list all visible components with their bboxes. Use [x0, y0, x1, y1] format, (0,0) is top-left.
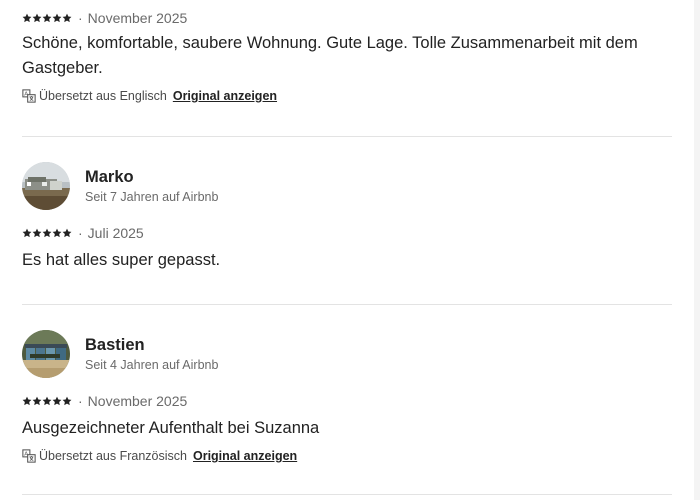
show-original-link[interactable]: Original anzeigen: [193, 449, 297, 463]
reviewer-name[interactable]: Bastien: [85, 334, 218, 356]
divider: [22, 136, 672, 137]
reviewer-name[interactable]: Marko: [85, 166, 218, 188]
star-icon: [52, 228, 62, 238]
reviewer-header: Bastien Seit 4 Jahren auf Airbnb: [22, 330, 218, 378]
show-original-link[interactable]: Original anzeigen: [173, 89, 277, 103]
star-icon: [32, 13, 42, 23]
review-date: November 2025: [87, 10, 188, 26]
meta-separator: ·: [78, 393, 83, 409]
review-meta: · Juli 2025: [22, 224, 672, 242]
review-item: · November 2025 Schöne, komfortable, sau…: [22, 9, 672, 103]
star-icon: [42, 228, 52, 238]
star-icon: [32, 396, 42, 406]
reviewer-header: Marko Seit 7 Jahren auf Airbnb: [22, 162, 218, 210]
rating-stars: [22, 396, 72, 406]
review-text: Schöne, komfortable, saubere Wohnung. Gu…: [22, 34, 638, 77]
review-text: Ausgezeichneter Aufenthalt bei Suzanna: [22, 419, 320, 437]
star-icon: [42, 13, 52, 23]
avatar[interactable]: [22, 162, 70, 210]
scrollbar[interactable]: [694, 0, 700, 500]
translate-icon: A: [22, 89, 36, 103]
star-icon: [22, 13, 32, 23]
meta-separator: ·: [78, 10, 83, 26]
review-meta: · November 2025: [22, 392, 672, 410]
review-date: Juli 2025: [87, 225, 144, 241]
star-icon: [52, 396, 62, 406]
review-meta: · November 2025: [22, 9, 672, 27]
review-date: November 2025: [87, 393, 188, 409]
translation-note: Übersetzt aus Englisch: [39, 89, 167, 103]
reviewer-info: Marko Seit 7 Jahren auf Airbnb: [85, 166, 218, 206]
reviewer-since: Seit 4 Jahren auf Airbnb: [85, 358, 219, 372]
star-icon: [52, 13, 62, 23]
review-text: Es hat alles super gepasst.: [22, 251, 221, 269]
star-icon: [22, 228, 32, 238]
reviews-page: · November 2025 Schöne, komfortable, sau…: [0, 0, 700, 500]
review-item: · Juli 2025 Es hat alles super gepasst.: [22, 224, 672, 273]
translation-note: Übersetzt aus Französisch: [39, 449, 187, 463]
star-icon: [32, 228, 42, 238]
review-item: · November 2025 Ausgezeichneter Aufentha…: [22, 392, 672, 463]
reviewer-since: Seit 7 Jahren auf Airbnb: [85, 190, 219, 204]
avatar[interactable]: [22, 330, 70, 378]
rating-stars: [22, 13, 72, 23]
divider: [22, 304, 672, 305]
divider: [22, 494, 672, 495]
translation-note-row: A Übersetzt aus Englisch Original anzeig…: [22, 89, 672, 103]
translation-note-row: A Übersetzt aus Französisch Original anz…: [22, 449, 672, 463]
star-icon: [62, 13, 72, 23]
rating-stars: [22, 228, 72, 238]
reviewer-info: Bastien Seit 4 Jahren auf Airbnb: [85, 334, 218, 374]
star-icon: [62, 228, 72, 238]
star-icon: [62, 396, 72, 406]
star-icon: [42, 396, 52, 406]
meta-separator: ·: [78, 225, 83, 241]
translate-icon: A: [22, 449, 36, 463]
star-icon: [22, 396, 32, 406]
